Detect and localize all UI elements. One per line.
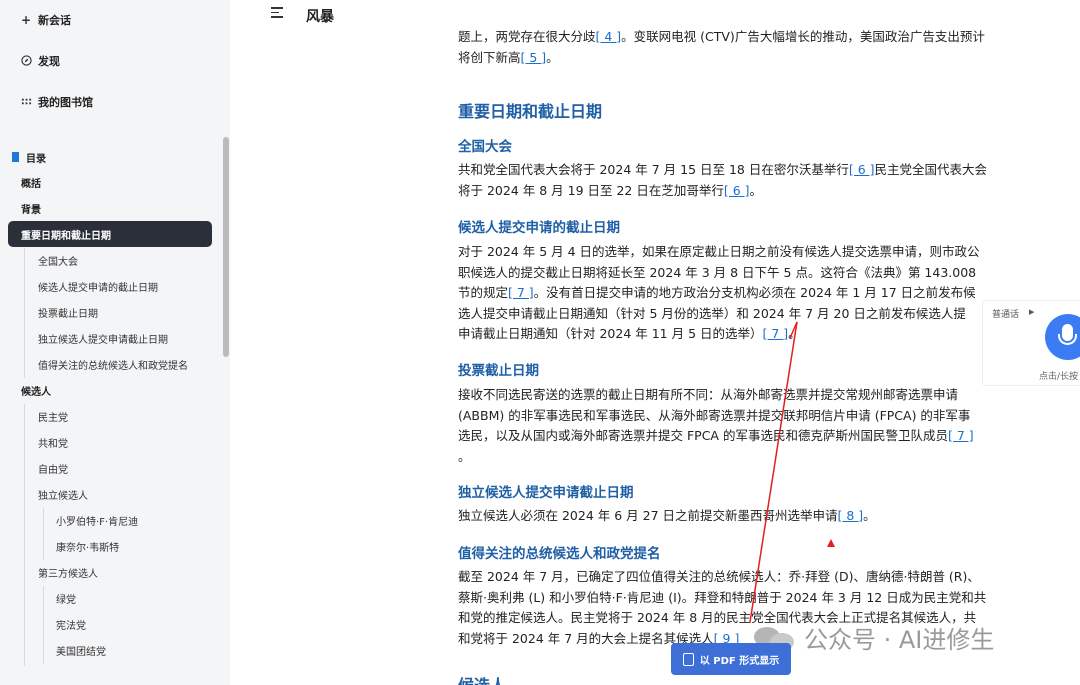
toc-item-summary[interactable]: 概括: [21, 169, 41, 195]
toc-item-independent-deadline[interactable]: 独立候选人提交申请截止日期: [38, 325, 168, 351]
text: 对于 2024 年 5 月 4 日的选举，如果在原定截止日期之前没有候选人提交选…: [458, 244, 980, 259]
menu-icon[interactable]: [271, 7, 283, 21]
pdf-file-icon: [682, 652, 694, 666]
voice-hint: 点击/长按: [1039, 372, 1079, 382]
subheading-filing-deadline: 候选人提交申请的截止日期: [458, 220, 620, 236]
citation-link[interactable]: [ 7 ]: [508, 285, 534, 300]
subheading-independent-deadline: 独立候选人提交申请截止日期: [458, 485, 634, 501]
text: 将于 2024 年 8 月 19 日至 22 日在芝加哥举行: [458, 182, 724, 198]
text: 民主党全国代表大会: [874, 162, 988, 177]
toc-guide-line: [24, 404, 25, 666]
text: 。变联网电视 (CTV)广告大幅增长的推动，美国政治广告支出预计: [621, 29, 985, 44]
citation-link[interactable]: [ 5 ]: [521, 50, 547, 65]
text: 节的规定: [458, 285, 509, 300]
library-label: 我的图书馆: [38, 96, 93, 109]
toc-item-filing-deadline[interactable]: 候选人提交申请的截止日期: [38, 273, 158, 299]
voice-input-widget[interactable]: 普通话 ▶ 点击/长按: [982, 300, 1080, 386]
text: 。: [788, 326, 801, 341]
text: 截至 2024 年 7 月，已确定了四位值得关注的总统候选人：乔·拜登 (D)、…: [458, 569, 980, 584]
text: 接收不同选民寄送的选票的截止日期有所不同：从海外邮寄选票并提交常规州邮寄选票申请: [458, 387, 959, 402]
toc-item-key-dates[interactable]: 重要日期和截止日期: [8, 221, 212, 247]
plus-icon: +: [20, 13, 32, 27]
citation-link[interactable]: [ 6 ]: [849, 162, 875, 177]
show-as-pdf-button[interactable]: 以 PDF 形式显示: [671, 643, 791, 675]
subheading-notable-candidates: 值得关注的总统候选人和政党提名: [458, 546, 661, 562]
toc-guide-line: [24, 248, 25, 378]
microphone-button[interactable]: [1045, 314, 1080, 360]
text: 申请截止日期通知（针对 2024 年 11 月 5 日的选举）: [458, 326, 763, 341]
toc-item-background[interactable]: 背景: [21, 195, 41, 221]
toc-guide-line: [43, 586, 44, 664]
citation-link[interactable]: [ 7 ]: [948, 428, 974, 443]
toc-title: 目录: [12, 150, 46, 165]
paragraph-filing-deadline: 对于 2024 年 5 月 4 日的选举，如果在原定截止日期之前没有候选人提交选…: [458, 242, 1006, 345]
toc-marker-icon: [12, 152, 19, 162]
toc-item-constitution-party[interactable]: 宪法党: [56, 611, 86, 637]
toc-item-rfk[interactable]: 小罗伯特·F·肯尼迪: [56, 507, 138, 533]
paragraph-intro: 题上，两党存在很大分歧[ 4 ]。变联网电视 (CTV)广告大幅增长的推动，美国…: [458, 27, 1006, 68]
sidebar: + 新会话 发现 我的图书馆 目录 概括 背景 重要日期和截止日期 全国大会 候…: [0, 0, 230, 685]
toc-item-independents[interactable]: 独立候选人: [38, 481, 88, 507]
new-chat-label: 新会话: [38, 14, 71, 27]
text: 职候选人的提交截止日期将延长至 2024 年 3 月 8 日下午 5 点。这符合…: [458, 264, 977, 280]
subheading-convention: 全国大会: [458, 139, 512, 155]
text: 。: [546, 49, 559, 65]
text: 。: [458, 448, 471, 464]
citation-link[interactable]: [ 6 ]: [724, 183, 750, 198]
toc-item-republicans[interactable]: 共和党: [38, 429, 68, 455]
microphone-stand-icon: [1058, 334, 1077, 345]
toc-item-voting-deadline[interactable]: 投票截止日期: [38, 299, 98, 325]
text: 。没有首日提交申请的地方政治分支机构必须在 2024 年 1 月 17 日之前发…: [533, 285, 976, 300]
discover-label: 发现: [38, 55, 60, 68]
new-chat-button[interactable]: + 新会话: [20, 12, 71, 28]
compass-icon: [20, 54, 32, 68]
discover-button[interactable]: 发现: [20, 53, 60, 69]
caret-right-icon[interactable]: ▶: [1029, 308, 1034, 316]
text: 选民，以及从国内或海外邮寄选票并提交 FPCA 的军事选民和德克萨斯州国民警卫队…: [458, 428, 948, 443]
toc-item-democrats[interactable]: 民主党: [38, 403, 68, 429]
toc-title-label: 目录: [26, 153, 46, 165]
citation-link[interactable]: [ 7 ]: [763, 326, 789, 341]
voice-language-label[interactable]: 普通话: [992, 307, 1019, 320]
sidebar-scrollbar[interactable]: [223, 137, 229, 357]
toc-guide-line: [43, 508, 44, 560]
toc-item-libertarian[interactable]: 自由党: [38, 455, 68, 481]
toc-item-notable-candidates[interactable]: 值得关注的总统候选人和政党提名: [38, 351, 188, 377]
paragraph-voting-deadline: 接收不同选民寄送的选票的截止日期有所不同：从海外邮寄选票并提交常规州邮寄选票申请…: [458, 385, 1006, 467]
text: 独立候选人必须在 2024 年 6 月 27 日之前提交新墨西哥州选举申请: [458, 508, 838, 523]
text: 题上，两党存在很大分歧: [458, 29, 596, 44]
paragraph-independent-deadline: 独立候选人必须在 2024 年 6 月 27 日之前提交新墨西哥州选举申请[ 8…: [458, 506, 1006, 527]
text: 选人提交申请截止日期通知（针对 5 月份的选举）和 2024 年 7 月 20 …: [458, 305, 966, 321]
library-button[interactable]: 我的图书馆: [20, 94, 93, 110]
text: 共和党全国代表大会将于 2024 年 7 月 15 日至 18 日在密尔沃基举行: [458, 162, 849, 177]
text: 蔡斯·奥利弗 (L) 和小罗伯特·F·肯尼迪 (I)。拜登和特朗普于 2024 …: [458, 589, 987, 605]
section-heading-key-dates: 重要日期和截止日期: [458, 102, 603, 121]
toc-item-convention[interactable]: 全国大会: [38, 247, 78, 273]
section-heading-candidates: 候选人: [458, 676, 506, 685]
toc-item-green-party[interactable]: 绿党: [56, 585, 76, 611]
text: (ABBM) 的非军事选民和军事选民、从海外邮寄选票并提交联邦明信片申请 (FP…: [458, 407, 971, 423]
toc-item-cornel-west[interactable]: 康奈尔·韦斯特: [56, 533, 119, 559]
citation-link[interactable]: [ 8 ]: [838, 508, 864, 523]
page-title: 风暴: [306, 9, 334, 25]
watermark-text: 公众号 · AI进修生: [804, 626, 995, 654]
text: 。: [863, 508, 876, 523]
toc-item-american-solidarity[interactable]: 美国团结党: [56, 637, 106, 663]
subheading-voting-deadline: 投票截止日期: [458, 363, 539, 379]
pdf-button-label: 以 PDF 形式显示: [699, 655, 780, 667]
paragraph-convention: 共和党全国代表大会将于 2024 年 7 月 15 日至 18 日在密尔沃基举行…: [458, 160, 1006, 201]
toc-item-third-party[interactable]: 第三方候选人: [38, 559, 98, 585]
toc-item-candidates[interactable]: 候选人: [21, 377, 51, 403]
text: 。: [749, 182, 763, 198]
citation-link[interactable]: [ 4 ]: [596, 29, 622, 44]
grid-icon: [20, 96, 32, 109]
text: 将创下新高: [458, 49, 521, 65]
